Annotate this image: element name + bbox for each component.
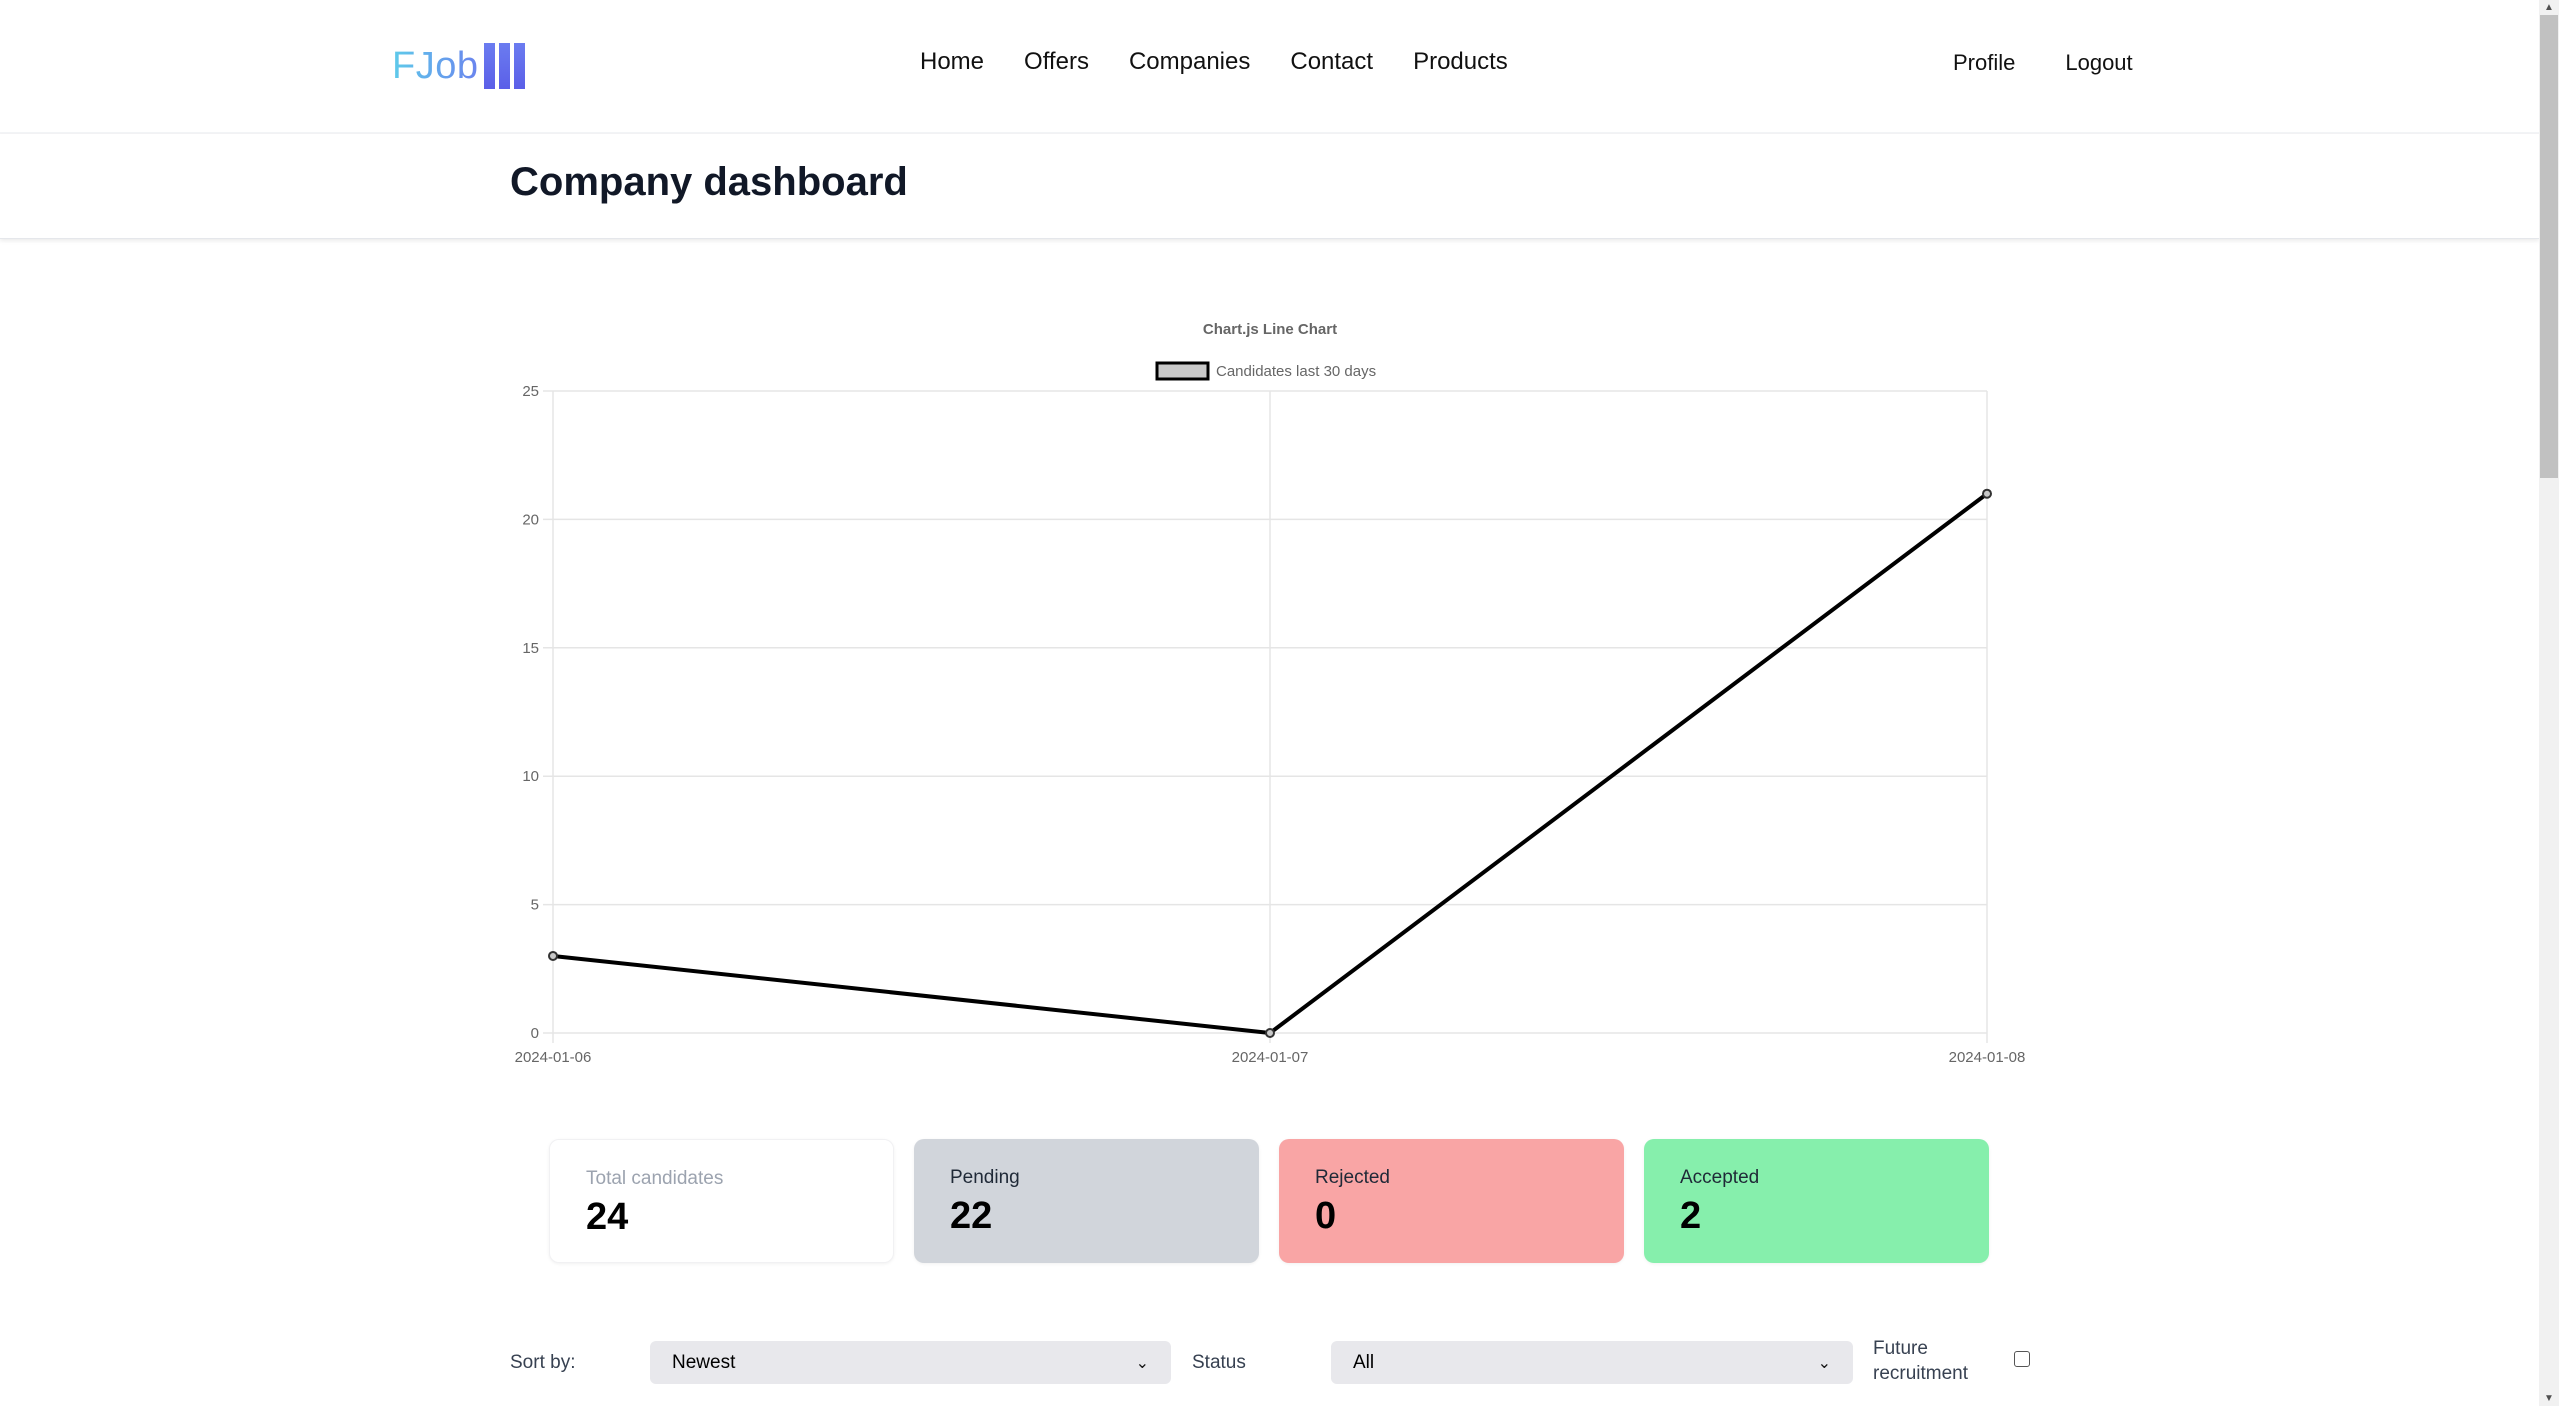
stat-label: Accepted xyxy=(1680,1167,1760,1188)
x-axis-ticks: 2024-01-06 2024-01-07 2024-01-08 xyxy=(515,1049,2026,1066)
data-point xyxy=(548,950,558,961)
y-tick-label: 0 xyxy=(531,1025,539,1042)
y-tick-label: 5 xyxy=(531,897,539,914)
stat-value: 2 xyxy=(1680,1195,1702,1237)
scrollbar-thumb[interactable] xyxy=(2540,15,2558,478)
chevron-down-icon: ⌄ xyxy=(1135,1354,1149,1372)
status-label: Status xyxy=(1192,1352,1246,1373)
y-tick-label: 15 xyxy=(522,640,539,657)
stat-value: 0 xyxy=(1315,1195,1337,1237)
data-point xyxy=(1982,488,1992,499)
y-axis-ticks: 0 5 10 15 20 25 xyxy=(522,383,539,1042)
chevron-down-icon: ⌄ xyxy=(1817,1354,1831,1372)
future-recruitment-text: Future recruitment xyxy=(1873,1338,1969,1384)
chart-title: Chart.js Line Chart xyxy=(1203,321,1337,338)
x-tick-label: 2024-01-08 xyxy=(1949,1049,2026,1066)
scroll-down-icon[interactable]: ▼ xyxy=(2539,1391,2559,1406)
vertical-scrollbar[interactable]: ▲ ▼ xyxy=(2539,0,2559,1406)
legend-label[interactable]: Candidates last 30 days xyxy=(1216,363,1376,380)
stat-card-total: Total candidates 24 xyxy=(549,1139,894,1263)
x-tick-label: 2024-01-07 xyxy=(1232,1049,1309,1066)
stat-value: 24 xyxy=(586,1196,629,1238)
sort-select[interactable]: Newest ⌄ xyxy=(650,1341,1171,1384)
chart-grid xyxy=(543,390,1988,1043)
filters-bar: Sort by: Newest ⌄ Status All ⌄ Future re… xyxy=(0,1338,2539,1385)
future-recruitment-label: Future recruitment xyxy=(1873,1336,1983,1386)
sort-value: Newest xyxy=(672,1351,736,1373)
stat-value: 22 xyxy=(950,1195,993,1237)
sort-label: Sort by: xyxy=(510,1352,576,1373)
stats-cards: Total candidates 24 Pending 22 Rejected … xyxy=(549,1139,1989,1263)
data-point xyxy=(1265,1028,1275,1038)
y-tick-label: 25 xyxy=(522,383,539,400)
x-tick-label: 2024-01-06 xyxy=(515,1049,592,1066)
y-tick-label: 20 xyxy=(522,511,539,528)
stat-card-pending: Pending 22 xyxy=(914,1139,1259,1263)
legend-swatch[interactable] xyxy=(1155,361,1210,381)
stat-label: Rejected xyxy=(1315,1167,1390,1188)
y-tick-label: 10 xyxy=(522,768,539,785)
line-chart: Chart.js Line Chart Candidates last 30 d… xyxy=(515,321,2026,1066)
stat-label: Pending xyxy=(950,1167,1020,1188)
status-value: All xyxy=(1353,1351,1375,1373)
stat-label: Total candidates xyxy=(586,1168,724,1189)
stat-card-rejected: Rejected 0 xyxy=(1279,1139,1624,1263)
stat-card-accepted: Accepted 2 xyxy=(1644,1139,1989,1263)
status-select[interactable]: All ⌄ xyxy=(1331,1341,1853,1384)
scroll-up-icon[interactable]: ▲ xyxy=(2539,0,2559,15)
future-recruitment-checkbox[interactable] xyxy=(2014,1351,2030,1367)
